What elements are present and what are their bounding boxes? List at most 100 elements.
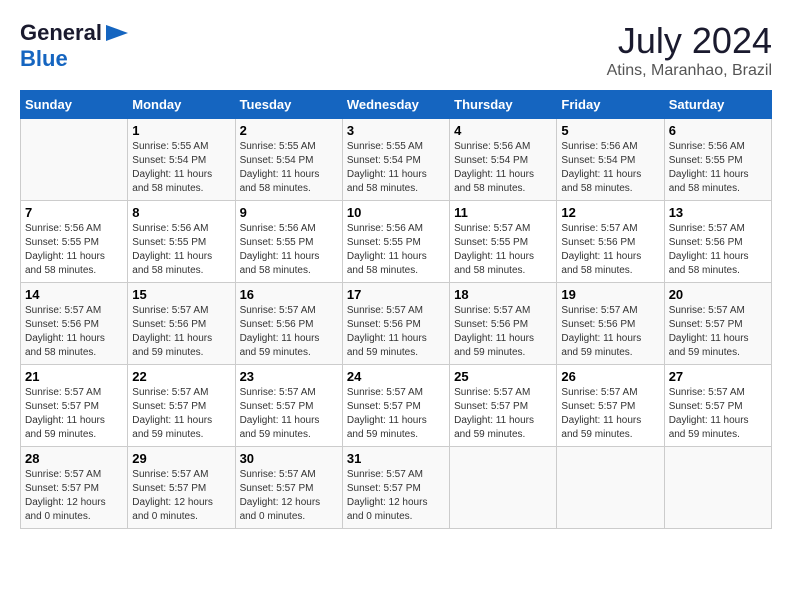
day-info: Sunrise: 5:56 AM Sunset: 5:54 PM Dayligh… [454, 140, 552, 196]
day-cell: 20Sunrise: 5:57 AM Sunset: 5:57 PM Dayli… [664, 283, 771, 365]
calendar-header: SundayMondayTuesdayWednesdayThursdayFrid… [21, 91, 772, 119]
day-info: Sunrise: 5:57 AM Sunset: 5:55 PM Dayligh… [454, 222, 552, 278]
day-number: 13 [669, 205, 767, 220]
day-cell: 24 Sunrise: 5:57 AM Sunset: 5:57 PM Dayli… [342, 365, 449, 447]
logo-blue-text: Blue [20, 46, 68, 71]
day-number: 1 [132, 123, 230, 138]
day-number: 28 [25, 451, 123, 466]
day-cell: 30 Sunrise: 5:57 AM Sunset: 5:57 PM Dayli… [235, 447, 342, 529]
day-info: Sunrise: 5:57 AM Sunset: 5:56 PM Dayligh… [669, 222, 767, 278]
day-cell: 12Sunrise: 5:57 AM Sunset: 5:56 PM Dayli… [557, 201, 664, 283]
header-row: SundayMondayTuesdayWednesdayThursdayFrid… [21, 91, 772, 119]
day-number: 9 [240, 205, 338, 220]
day-cell: 28Sunrise: 5:57 AM Sunset: 5:57 PM Dayli… [21, 447, 128, 529]
day-number: 11 [454, 205, 552, 220]
page-header: General Blue July 2024 Atins, Maranhao, … [20, 20, 772, 80]
day-info: Sunrise: 5:57 AM Sunset: 5:57 PM Dayligh… [669, 386, 767, 442]
day-number: 10 [347, 205, 445, 220]
day-cell [21, 119, 128, 201]
day-info: Sunrise: 5:57 AM Sunset: 5:57 PM Dayligh… [669, 304, 767, 360]
day-cell: 5 Sunrise: 5:56 AM Sunset: 5:54 PM Daylig… [557, 119, 664, 201]
day-number: 14 [25, 287, 123, 302]
day-cell: 21Sunrise: 5:57 AM Sunset: 5:57 PM Dayli… [21, 365, 128, 447]
day-info: Sunrise: 5:57 AM Sunset: 5:57 PM Dayligh… [347, 468, 445, 524]
day-info: Sunrise: 5:55 AM Sunset: 5:54 PM Dayligh… [347, 140, 445, 196]
day-cell [557, 447, 664, 529]
day-info: Sunrise: 5:57 AM Sunset: 5:57 PM Dayligh… [240, 386, 338, 442]
logo-general-text: General [20, 20, 102, 46]
day-cell: 15 Sunrise: 5:57 AM Sunset: 5:56 PM Dayli… [128, 283, 235, 365]
day-cell: 27 Sunrise: 5:57 AM Sunset: 5:57 PM Dayli… [664, 365, 771, 447]
day-info: Sunrise: 5:56 AM Sunset: 5:55 PM Dayligh… [240, 222, 338, 278]
day-info: Sunrise: 5:57 AM Sunset: 5:57 PM Dayligh… [132, 386, 230, 442]
day-cell: 29 Sunrise: 5:57 AM Sunset: 5:57 PM Dayli… [128, 447, 235, 529]
day-cell: 1 Sunrise: 5:55 AM Sunset: 5:54 PM Daylig… [128, 119, 235, 201]
day-info: Sunrise: 5:57 AM Sunset: 5:57 PM Dayligh… [561, 386, 659, 442]
week-row-2: 7 Sunrise: 5:56 AM Sunset: 5:55 PM Daylig… [21, 201, 772, 283]
day-cell: 17 Sunrise: 5:57 AM Sunset: 5:56 PM Dayli… [342, 283, 449, 365]
day-info: Sunrise: 5:55 AM Sunset: 5:54 PM Dayligh… [240, 140, 338, 196]
day-number: 16 [240, 287, 338, 302]
day-number: 29 [132, 451, 230, 466]
day-number: 8 [132, 205, 230, 220]
day-number: 18 [454, 287, 552, 302]
header-cell-thursday: Thursday [450, 91, 557, 119]
day-cell: 16 Sunrise: 5:57 AM Sunset: 5:56 PM Dayli… [235, 283, 342, 365]
day-info: Sunrise: 5:56 AM Sunset: 5:55 PM Dayligh… [132, 222, 230, 278]
day-number: 15 [132, 287, 230, 302]
day-number: 23 [240, 369, 338, 384]
day-cell: 18 Sunrise: 5:57 AM Sunset: 5:56 PM Dayli… [450, 283, 557, 365]
location-subtitle: Atins, Maranhao, Brazil [607, 62, 772, 80]
day-cell: 14 Sunrise: 5:57 AM Sunset: 5:56 PM Dayli… [21, 283, 128, 365]
day-cell: 26 Sunrise: 5:57 AM Sunset: 5:57 PM Dayli… [557, 365, 664, 447]
day-number: 24 [347, 369, 445, 384]
day-number: 30 [240, 451, 338, 466]
day-number: 17 [347, 287, 445, 302]
day-info: Sunrise: 5:57 AM Sunset: 5:57 PM Dayligh… [25, 386, 123, 442]
calendar-table: SundayMondayTuesdayWednesdayThursdayFrid… [20, 90, 772, 529]
day-number: 6 [669, 123, 767, 138]
day-number: 26 [561, 369, 659, 384]
day-number: 2 [240, 123, 338, 138]
day-number: 7 [25, 205, 123, 220]
logo-flag-icon [106, 25, 128, 41]
day-info: Sunrise: 5:57 AM Sunset: 5:56 PM Dayligh… [25, 304, 123, 360]
day-cell: 13 Sunrise: 5:57 AM Sunset: 5:56 PM Dayli… [664, 201, 771, 283]
week-row-1: 1 Sunrise: 5:55 AM Sunset: 5:54 PM Daylig… [21, 119, 772, 201]
day-info: Sunrise: 5:55 AM Sunset: 5:54 PM Dayligh… [132, 140, 230, 196]
day-info: Sunrise: 5:57 AM Sunset: 5:56 PM Dayligh… [561, 222, 659, 278]
day-number: 4 [454, 123, 552, 138]
day-cell [450, 447, 557, 529]
day-info: Sunrise: 5:57 AM Sunset: 5:57 PM Dayligh… [454, 386, 552, 442]
day-cell: 7Sunrise: 5:56 AM Sunset: 5:55 PM Daylig… [21, 201, 128, 283]
day-cell: 10 Sunrise: 5:56 AM Sunset: 5:55 PM Dayli… [342, 201, 449, 283]
week-row-3: 14 Sunrise: 5:57 AM Sunset: 5:56 PM Dayli… [21, 283, 772, 365]
day-number: 27 [669, 369, 767, 384]
day-info: Sunrise: 5:57 AM Sunset: 5:57 PM Dayligh… [347, 386, 445, 442]
day-info: Sunrise: 5:57 AM Sunset: 5:56 PM Dayligh… [561, 304, 659, 360]
day-number: 5 [561, 123, 659, 138]
day-info: Sunrise: 5:57 AM Sunset: 5:56 PM Dayligh… [132, 304, 230, 360]
day-info: Sunrise: 5:57 AM Sunset: 5:57 PM Dayligh… [132, 468, 230, 524]
week-row-5: 28 Sunrise: 5:57 AM Sunset: 5:57 PM Dayli… [21, 447, 772, 529]
header-cell-monday: Monday [128, 91, 235, 119]
day-info: Sunrise: 5:56 AM Sunset: 5:55 PM Dayligh… [347, 222, 445, 278]
header-cell-sunday: Sunday [21, 91, 128, 119]
day-cell: 25Sunrise: 5:57 AM Sunset: 5:57 PM Dayli… [450, 365, 557, 447]
day-info: Sunrise: 5:56 AM Sunset: 5:55 PM Dayligh… [669, 140, 767, 196]
day-cell: 9 Sunrise: 5:56 AM Sunset: 5:55 PM Daylig… [235, 201, 342, 283]
day-cell: 2 Sunrise: 5:55 AM Sunset: 5:54 PM Daylig… [235, 119, 342, 201]
day-cell [664, 447, 771, 529]
day-info: Sunrise: 5:57 AM Sunset: 5:56 PM Dayligh… [454, 304, 552, 360]
week-row-4: 21Sunrise: 5:57 AM Sunset: 5:57 PM Dayli… [21, 365, 772, 447]
day-info: Sunrise: 5:56 AM Sunset: 5:54 PM Dayligh… [561, 140, 659, 196]
header-cell-saturday: Saturday [664, 91, 771, 119]
day-cell: 23 Sunrise: 5:57 AM Sunset: 5:57 PM Dayli… [235, 365, 342, 447]
day-cell: 4 Sunrise: 5:56 AM Sunset: 5:54 PM Daylig… [450, 119, 557, 201]
day-cell: 22Sunrise: 5:57 AM Sunset: 5:57 PM Dayli… [128, 365, 235, 447]
day-info: Sunrise: 5:57 AM Sunset: 5:57 PM Dayligh… [240, 468, 338, 524]
day-info: Sunrise: 5:57 AM Sunset: 5:56 PM Dayligh… [240, 304, 338, 360]
header-cell-tuesday: Tuesday [235, 91, 342, 119]
day-cell: 3Sunrise: 5:55 AM Sunset: 5:54 PM Daylig… [342, 119, 449, 201]
day-info: Sunrise: 5:57 AM Sunset: 5:56 PM Dayligh… [347, 304, 445, 360]
